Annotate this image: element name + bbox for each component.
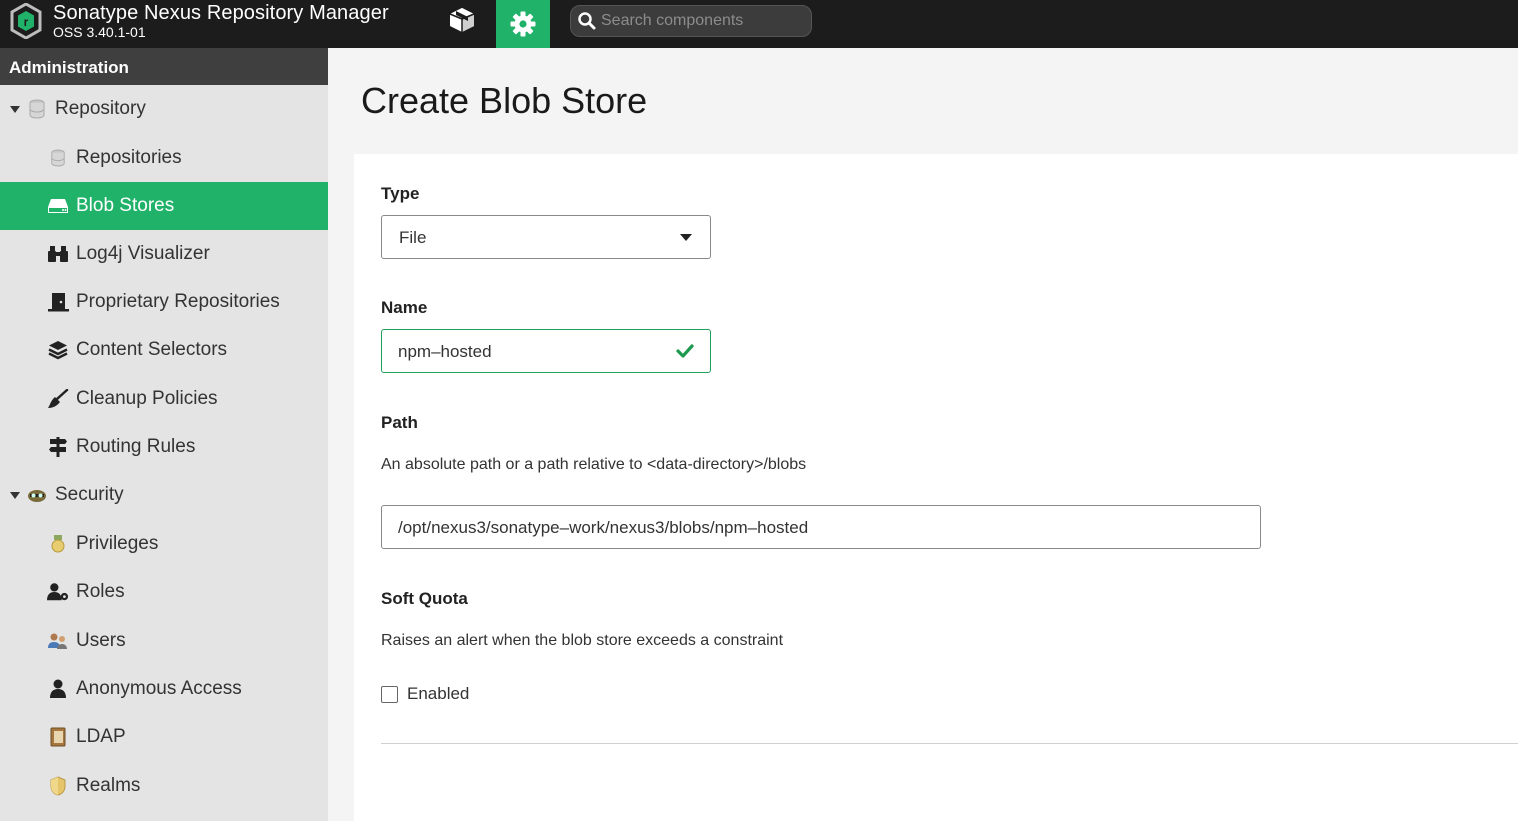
svg-text:r: r [24, 15, 29, 29]
gear-icon [510, 11, 536, 37]
medal-icon [47, 533, 69, 555]
name-field[interactable] [381, 329, 711, 373]
sidebar-item-roles[interactable]: Roles [0, 568, 328, 616]
sidebar-item-label: Proprietary Repositories [76, 291, 280, 312]
path-input[interactable] [398, 516, 1248, 540]
sidebar-item-privileges[interactable]: Privileges [0, 520, 328, 568]
sidebar-item-realms[interactable]: Realms [0, 762, 328, 810]
enabled-label: Enabled [407, 684, 470, 703]
soft-quota-label: Soft Quota [381, 589, 468, 608]
app-title: Sonatype Nexus Repository Manager [53, 2, 389, 24]
sidebar-item-cleanup-policies[interactable]: Cleanup Policies [0, 375, 328, 423]
type-select-value: File [399, 228, 427, 247]
sidebar-item-label: Cleanup Policies [76, 388, 218, 409]
path-field[interactable] [381, 505, 1261, 549]
sidebar-group-label: Repository [55, 98, 146, 119]
caret-down-icon [680, 234, 692, 241]
layers-icon [47, 339, 69, 361]
sidebar-heading: Administration [0, 48, 328, 85]
sidebar-group-label: Security [55, 484, 124, 505]
search-input[interactable] [601, 9, 806, 33]
search-icon [578, 12, 596, 30]
hard-drive-icon [47, 195, 69, 217]
browse-button[interactable] [440, 0, 484, 40]
main-content: Create Blob Store Type File Name Path An… [328, 48, 1518, 821]
user-icon [47, 678, 69, 700]
sidebar-item-label: Anonymous Access [76, 678, 242, 699]
user-gear-icon [47, 581, 69, 603]
name-input[interactable] [398, 340, 668, 364]
address-book-icon [47, 726, 69, 748]
database-icon [26, 98, 48, 120]
soft-quota-help-text: Raises an alert when the blob store exce… [381, 632, 784, 649]
caret-down-icon[interactable] [9, 103, 21, 115]
form-divider [381, 743, 1518, 744]
database-icon [47, 147, 69, 169]
type-label: Type [381, 184, 420, 203]
spy-icon [26, 484, 48, 506]
sidebar-item-label: Log4j Visualizer [76, 243, 210, 264]
path-label: Path [381, 413, 418, 432]
create-blob-store-form: Type File Name Path An absolute path or … [354, 154, 1518, 821]
sidebar-item-label: Users [76, 630, 126, 651]
search-box[interactable] [570, 5, 812, 37]
type-select[interactable]: File [381, 215, 711, 259]
sidebar-item-ldap[interactable]: LDAP [0, 713, 328, 761]
sidebar-item-label: Privileges [76, 533, 159, 554]
top-bar: r Sonatype Nexus Repository Manager OSS … [0, 0, 1518, 48]
sidebar-item-label: Roles [76, 581, 125, 602]
page-title: Create Blob Store [361, 80, 648, 121]
sidebar-item-label: Routing Rules [76, 436, 196, 457]
signpost-icon [47, 436, 69, 458]
sidebar-item-repositories[interactable]: Repositories [0, 134, 328, 182]
sidebar-group-repository[interactable]: Repository [0, 85, 328, 133]
app-version: OSS 3.40.1-01 [53, 24, 146, 40]
sidebar-group-security[interactable]: Security [0, 471, 328, 519]
sidebar-item-log4j-visualizer[interactable]: Log4j Visualizer [0, 230, 328, 278]
enabled-checkbox[interactable] [381, 685, 398, 703]
users-icon [47, 630, 69, 652]
sidebar-item-anonymous-access[interactable]: Anonymous Access [0, 665, 328, 713]
soft-quota-enabled-toggle[interactable]: Enabled [381, 684, 469, 704]
nexus-logo-icon[interactable]: r [10, 3, 42, 39]
sidebar-item-label: Repositories [76, 147, 182, 168]
cube-icon [449, 8, 475, 32]
admin-sidebar: Administration Repository Repositories B… [0, 48, 328, 821]
broom-icon [47, 388, 69, 410]
shield-icon [47, 775, 69, 797]
sidebar-item-label: Realms [76, 775, 141, 796]
sidebar-item-label: Content Selectors [76, 339, 228, 360]
sidebar-item-routing-rules[interactable]: Routing Rules [0, 423, 328, 471]
sidebar-item-label: Blob Stores [76, 195, 175, 216]
administration-button[interactable] [496, 0, 550, 48]
path-help-text: An absolute path or a path relative to <… [381, 456, 807, 473]
caret-down-icon[interactable] [9, 489, 21, 501]
binoculars-icon [47, 243, 69, 265]
name-label: Name [381, 298, 428, 317]
sidebar-item-proprietary-repositories[interactable]: Proprietary Repositories [0, 278, 328, 326]
sidebar-item-users[interactable]: Users [0, 617, 328, 665]
sidebar-item-blob-stores[interactable]: Blob Stores [0, 182, 328, 230]
sidebar-item-content-selectors[interactable]: Content Selectors [0, 326, 328, 374]
check-icon [676, 344, 694, 358]
door-icon [47, 291, 69, 313]
sidebar-item-label: LDAP [76, 726, 126, 747]
